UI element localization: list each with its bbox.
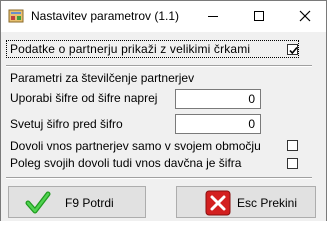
app-icon [8, 8, 24, 24]
uppercase-partner-option[interactable]: Podatke o partnerju prikaži z velikimi č… [6, 40, 299, 58]
red-x-icon [205, 190, 231, 216]
maximize-icon [254, 11, 264, 21]
cancel-button-label: Esc Prekini [237, 196, 298, 210]
maximize-button[interactable] [237, 1, 281, 31]
close-icon [299, 10, 311, 22]
cancel-button[interactable]: Esc Prekini [176, 186, 316, 218]
suggest-before-input[interactable]: 0 [175, 114, 261, 134]
own-area-only-checkbox[interactable] [287, 140, 298, 151]
allow-tax-code-checkbox[interactable] [287, 158, 298, 169]
close-button[interactable] [283, 1, 327, 31]
window-title: Nastavitev parametrov (1.1) [31, 9, 180, 23]
dialog-window: Nastavitev parametrov (1.1) Podatke o pa… [0, 0, 327, 221]
suggest-before-label: Svetuj šifro pred šifro [10, 117, 123, 131]
title-bar[interactable]: Nastavitev parametrov (1.1) [1, 1, 326, 32]
allow-tax-code-label: Poleg svojih dovoli tudi vnos davčna je … [10, 156, 242, 170]
uppercase-partner-label: Podatke o partnerju prikaži z velikimi č… [10, 42, 251, 56]
minimize-icon [208, 16, 218, 17]
dialog-body: Podatke o partnerju prikaži z velikimi č… [1, 32, 326, 221]
minimize-button[interactable] [191, 1, 235, 31]
separator [6, 177, 312, 179]
use-code-from-label: Uporabi šifre od šifre naprej [10, 91, 158, 105]
confirm-button[interactable]: F9 Potrdi [8, 186, 146, 218]
own-area-only-label: Dovoli vnos partnerjev samo v svojem obm… [10, 139, 261, 153]
checkmark-icon [289, 46, 298, 55]
uppercase-partner-checkbox[interactable] [287, 44, 298, 55]
green-check-icon [25, 190, 51, 216]
numbering-section-title: Parametri za številčenje partnerjev [10, 71, 195, 85]
separator [6, 65, 312, 67]
confirm-button-label: F9 Potrdi [65, 196, 114, 210]
use-code-from-input[interactable]: 0 [175, 89, 261, 109]
